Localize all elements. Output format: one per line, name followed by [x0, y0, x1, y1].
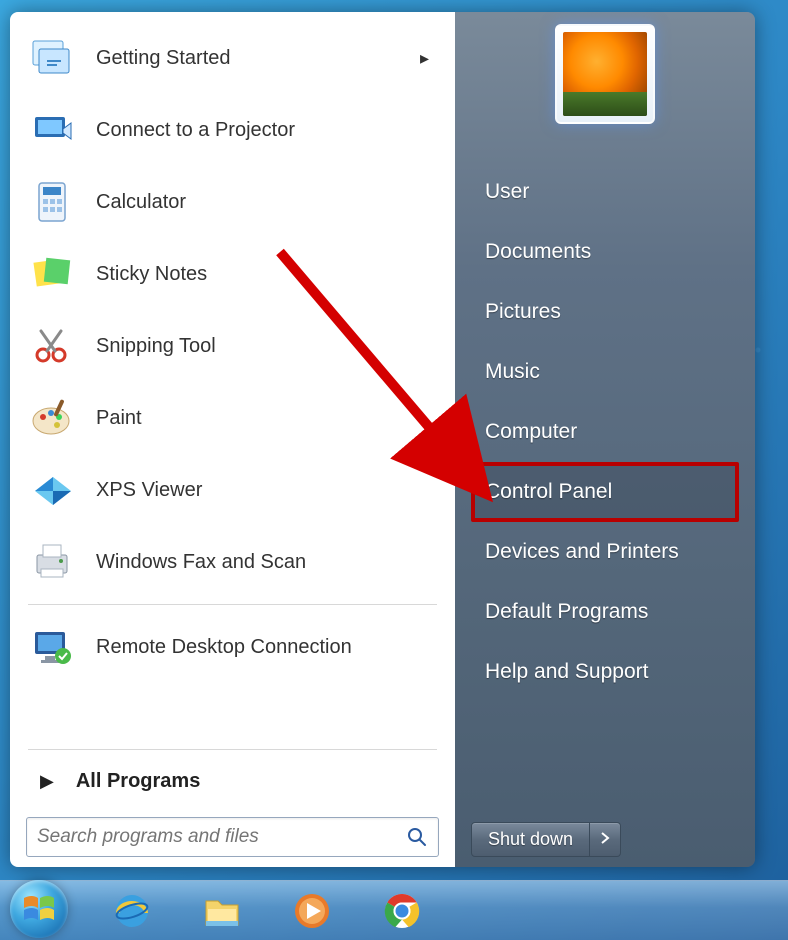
taskbar-media-player[interactable]	[286, 889, 338, 933]
paint-icon	[28, 394, 76, 442]
program-paint[interactable]: Paint	[18, 382, 447, 454]
program-label: Snipping Tool	[96, 335, 216, 358]
chevron-right-icon	[600, 831, 610, 848]
program-remote-desktop[interactable]: Remote Desktop Connection	[18, 611, 447, 683]
taskbar	[0, 880, 788, 940]
snipping-tool-icon	[28, 322, 76, 370]
program-sticky-notes[interactable]: Sticky Notes	[18, 238, 447, 310]
program-connect-projector[interactable]: Connect to a Projector	[18, 94, 447, 166]
all-programs-arrow-icon: ▶	[40, 771, 54, 792]
shutdown-row: Shut down	[471, 822, 739, 857]
program-label: Getting Started	[96, 47, 231, 70]
user-picture-icon	[563, 32, 647, 116]
projector-icon	[28, 106, 76, 154]
link-user[interactable]: User	[471, 162, 739, 222]
search-box[interactable]	[26, 817, 439, 857]
link-computer[interactable]: Computer	[471, 402, 739, 462]
link-documents[interactable]: Documents	[471, 222, 739, 282]
windows-logo-icon	[20, 890, 58, 928]
file-explorer-icon	[200, 889, 244, 933]
right-panel-links: User Documents Pictures Music Computer C…	[471, 162, 739, 702]
windows-media-player-icon	[290, 889, 334, 933]
link-default-programs[interactable]: Default Programs	[471, 582, 739, 642]
submenu-arrow-icon: ▸	[420, 48, 429, 69]
search-input[interactable]	[37, 826, 406, 848]
start-button[interactable]	[10, 880, 68, 938]
search-row	[18, 807, 447, 857]
link-help-support[interactable]: Help and Support	[471, 642, 739, 702]
program-getting-started[interactable]: Getting Started ▸	[18, 22, 447, 94]
start-menu: Getting Started ▸ Connect to a Projector…	[10, 12, 755, 867]
program-label: Paint	[96, 407, 142, 430]
fax-scan-icon	[28, 538, 76, 586]
program-label: Calculator	[96, 191, 186, 214]
getting-started-icon	[28, 34, 76, 82]
shutdown-options-button[interactable]	[590, 822, 621, 857]
pinned-programs-list: Getting Started ▸ Connect to a Projector…	[18, 22, 447, 743]
link-pictures[interactable]: Pictures	[471, 282, 739, 342]
link-control-panel[interactable]: Control Panel	[471, 462, 739, 522]
search-icon	[406, 826, 428, 848]
calculator-icon	[28, 178, 76, 226]
program-label: Remote Desktop Connection	[96, 636, 352, 659]
program-label: Sticky Notes	[96, 263, 207, 286]
taskbar-chrome[interactable]	[376, 889, 428, 933]
start-menu-left-panel: Getting Started ▸ Connect to a Projector…	[10, 12, 455, 867]
program-fax-scan[interactable]: Windows Fax and Scan	[18, 526, 447, 598]
shutdown-button[interactable]: Shut down	[471, 822, 590, 857]
program-snipping-tool[interactable]: Snipping Tool	[18, 310, 447, 382]
program-calculator[interactable]: Calculator	[18, 166, 447, 238]
all-programs-button[interactable]: ▶ All Programs	[18, 756, 447, 807]
internet-explorer-icon	[110, 889, 154, 933]
link-music[interactable]: Music	[471, 342, 739, 402]
taskbar-internet-explorer[interactable]	[106, 889, 158, 933]
start-menu-right-panel: User Documents Pictures Music Computer C…	[455, 12, 755, 867]
program-xps-viewer[interactable]: XPS Viewer	[18, 454, 447, 526]
program-list-separator	[28, 604, 437, 605]
all-programs-separator	[28, 749, 437, 750]
program-label: Windows Fax and Scan	[96, 551, 306, 574]
google-chrome-icon	[380, 889, 424, 933]
program-label: Connect to a Projector	[96, 119, 295, 142]
program-label: XPS Viewer	[96, 479, 202, 502]
link-devices-printers[interactable]: Devices and Printers	[471, 522, 739, 582]
all-programs-label: All Programs	[76, 770, 200, 793]
xps-viewer-icon	[28, 466, 76, 514]
user-picture-frame[interactable]	[555, 24, 655, 124]
remote-desktop-icon	[28, 623, 76, 671]
taskbar-file-explorer[interactable]	[196, 889, 248, 933]
sticky-notes-icon	[28, 250, 76, 298]
